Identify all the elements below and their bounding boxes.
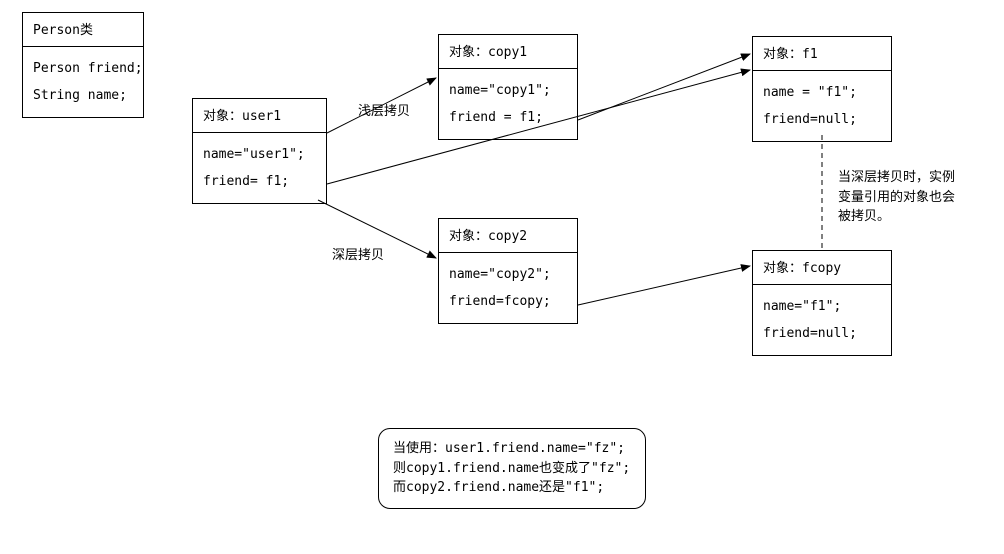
fcopy-name: name="f1"; xyxy=(763,293,881,320)
copy1-body: name="copy1"; friend = f1; xyxy=(439,69,577,139)
person-field-friend: Person friend; xyxy=(33,55,133,82)
copy1-box: 对象：copy1 name="copy1"; friend = f1; xyxy=(438,34,578,140)
fcopy-box: 对象：fcopy name="f1"; friend=null; xyxy=(752,250,892,356)
person-class-box: Person类 Person friend; String name; xyxy=(22,12,144,118)
note-l1: 当使用：user1.friend.name="fz"; xyxy=(393,439,631,459)
f1-box: 对象：f1 name = "f1"; friend=null; xyxy=(752,36,892,142)
usage-note: 当使用：user1.friend.name="fz"; 则copy1.frien… xyxy=(378,428,646,509)
fcopy-title: 对象：fcopy xyxy=(753,251,891,285)
arrow-copy2-fcopy xyxy=(578,266,750,305)
f1-title: 对象：f1 xyxy=(753,37,891,71)
person-class-body: Person friend; String name; xyxy=(23,47,143,117)
user1-body: name="user1"; friend= f1; xyxy=(193,133,326,203)
copy2-box: 对象：copy2 name="copy2"; friend=fcopy; xyxy=(438,218,578,324)
arrow-copy1-f1 xyxy=(578,54,750,120)
side-note-l3: 被拷贝。 xyxy=(838,207,955,227)
copy2-title: 对象：copy2 xyxy=(439,219,577,253)
fcopy-body: name="f1"; friend=null; xyxy=(753,285,891,355)
user1-box: 对象：user1 name="user1"; friend= f1; xyxy=(192,98,327,204)
person-class-title: Person类 xyxy=(23,13,143,47)
deep-copy-note: 当深层拷贝时，实例 变量引用的对象也会 被拷贝。 xyxy=(838,168,955,227)
copy1-friend: friend = f1; xyxy=(449,104,567,131)
note-l2: 则copy1.friend.name也变成了"fz"; xyxy=(393,459,631,479)
person-field-name: String name; xyxy=(33,82,133,109)
copy1-name: name="copy1"; xyxy=(449,77,567,104)
user1-title: 对象：user1 xyxy=(193,99,326,133)
fcopy-friend: friend=null; xyxy=(763,320,881,347)
note-l3: 而copy2.friend.name还是"f1"; xyxy=(393,478,631,498)
side-note-l1: 当深层拷贝时，实例 xyxy=(838,168,955,188)
f1-friend: friend=null; xyxy=(763,106,881,133)
copy2-body: name="copy2"; friend=fcopy; xyxy=(439,253,577,323)
deep-copy-label: 深层拷贝 xyxy=(332,244,384,263)
copy2-name: name="copy2"; xyxy=(449,261,567,288)
side-note-l2: 变量引用的对象也会 xyxy=(838,188,955,208)
copy2-friend: friend=fcopy; xyxy=(449,288,567,315)
user1-name: name="user1"; xyxy=(203,141,316,168)
f1-name: name = "f1"; xyxy=(763,79,881,106)
f1-body: name = "f1"; friend=null; xyxy=(753,71,891,141)
copy1-title: 对象：copy1 xyxy=(439,35,577,69)
shallow-copy-label: 浅层拷贝 xyxy=(358,100,410,119)
user1-friend: friend= f1; xyxy=(203,168,316,195)
